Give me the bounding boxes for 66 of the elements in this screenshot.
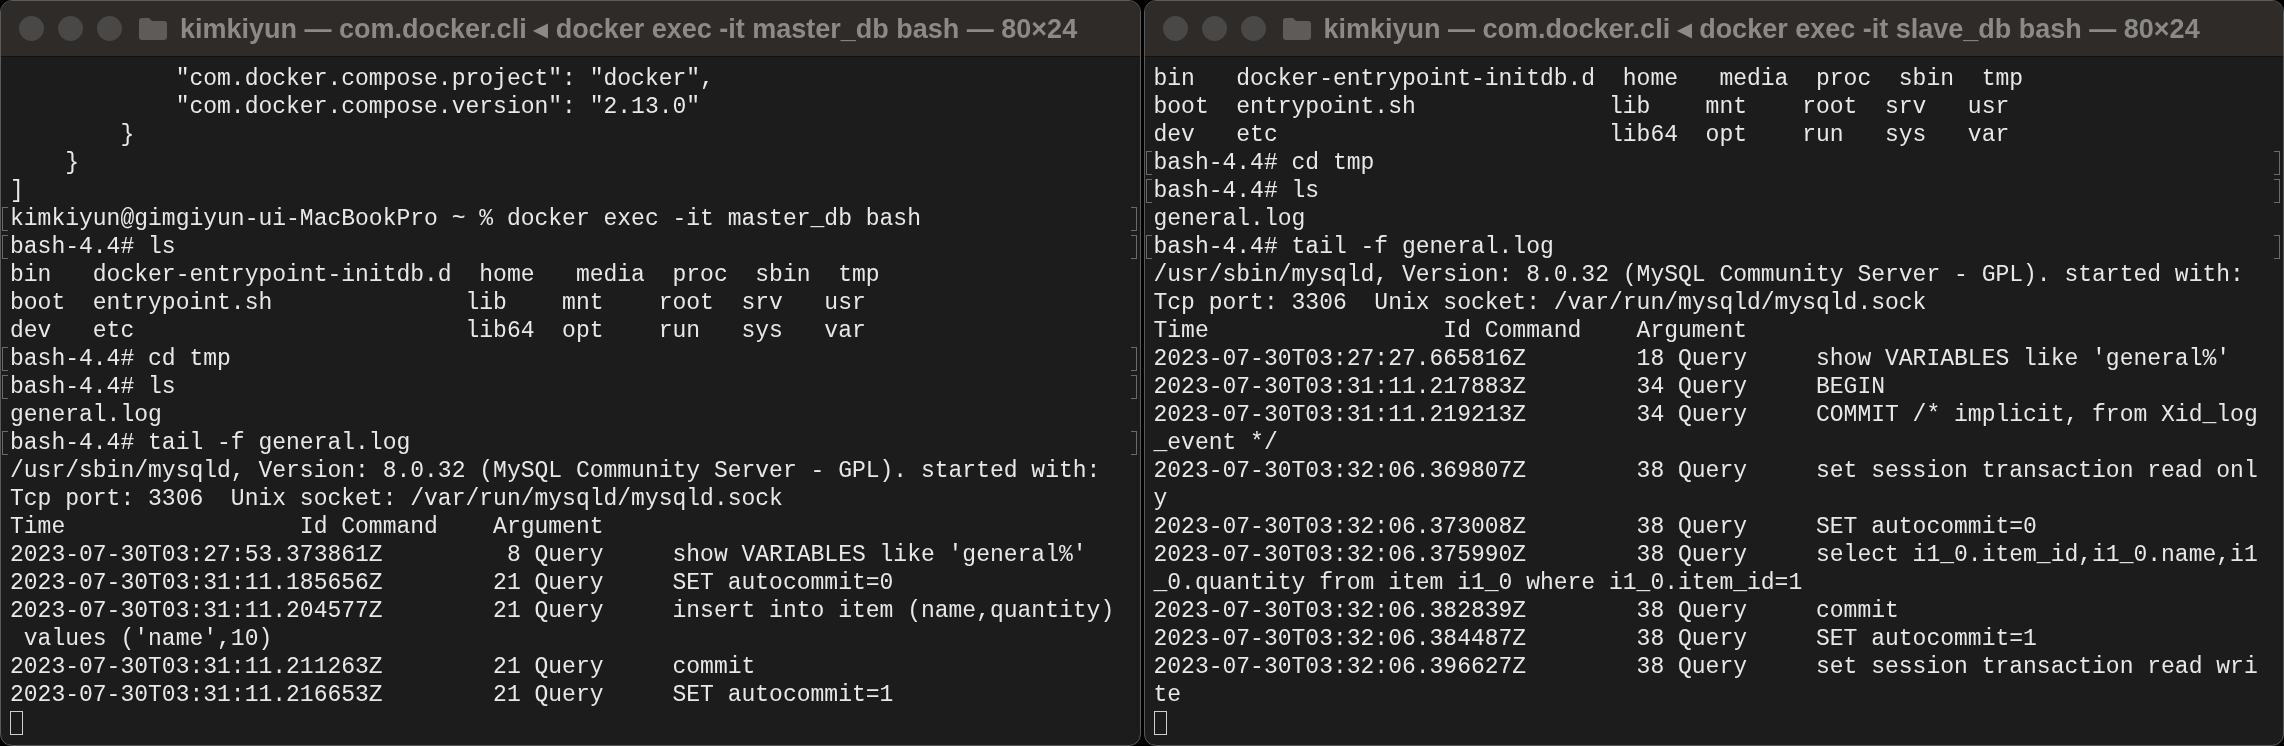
terminal-line: } <box>64 149 79 177</box>
terminal-line: 2023-07-30T03:32:06.369807Z 38 Query set session transaction read onl <box>1152 457 2258 485</box>
minimize-button[interactable] <box>58 16 83 41</box>
terminal-line: 2023-07-30T03:32:06.382839Z 38 Query commit <box>1152 597 1899 625</box>
prompt-mark <box>2274 151 2280 175</box>
terminal-line: bash-4.4# tail -f general.log <box>1152 233 1554 261</box>
terminal-line: boot entrypoint.sh lib mnt root srv usr <box>9 289 866 317</box>
terminal-line: boot entrypoint.sh lib mnt root srv usr <box>1152 93 2010 121</box>
prompt-mark <box>1130 207 1137 231</box>
terminal-line: te <box>1152 681 1182 709</box>
terminal-line: bin docker-entrypoint-initdb.d home media proc sbin tmp <box>9 261 880 289</box>
zoom-button[interactable] <box>1240 16 1266 41</box>
terminal-line: Tcp port: 3306 Unix socket: /var/run/mysqld/mysqld.sock <box>1152 289 1927 317</box>
terminal-line: "com.docker.compose.project": "docker", <box>174 65 714 93</box>
prompt-mark <box>1130 375 1137 399</box>
terminal-line: bash-4.4# cd tmp <box>1152 149 1375 177</box>
close-button[interactable] <box>1162 16 1188 41</box>
terminal-line: ] <box>9 177 24 205</box>
prompt-mark <box>2274 179 2280 203</box>
terminal-line: 2023-07-30T03:32:06.375990Z 38 Query select i1_0.item_id,i1_0.name,i1 <box>1152 541 2258 569</box>
prompt-mark <box>1130 347 1137 371</box>
terminal-line: Time Id Command Argument <box>9 513 604 541</box>
folder-icon <box>1281 16 1312 41</box>
terminal-line: bash-4.4# ls <box>9 373 176 401</box>
text-cursor <box>10 711 23 735</box>
terminal-line: 2023-07-30T03:31:11.204577Z 21 Query insert into item (name,quantity) <box>9 597 1115 625</box>
terminal-line: 2023-07-30T03:31:11.211263Z 21 Query commit <box>9 653 756 681</box>
terminal-line: values ('name',10) <box>22 625 273 653</box>
terminal-line: dev etc lib64 opt run sys var <box>9 317 866 345</box>
text-cursor <box>1153 711 1167 735</box>
prompt-mark <box>2274 235 2280 259</box>
terminal-line: 2023-07-30T03:27:53.373861Z 8 Query show VARIABLES like 'general%' <box>9 541 1087 569</box>
terminal-line: "com.docker.compose.version": "2.13.0" <box>174 93 701 121</box>
terminal-line: 2023-07-30T03:27:27.665816Z 18 Query show VARIABLES like 'general%' <box>1152 345 2231 373</box>
folder-icon <box>138 16 168 41</box>
terminal-line: general.log <box>9 401 162 429</box>
terminal-line: bash-4.4# cd tmp <box>9 345 231 373</box>
terminal-line: 2023-07-30T03:32:06.373008Z 38 Query SET autocommit=0 <box>1152 513 2037 541</box>
terminal-line: } <box>119 121 135 149</box>
terminal-line: bin docker-entrypoint-initdb.d home media proc sbin tmp <box>1152 65 2024 93</box>
terminal-line: 2023-07-30T03:31:11.217883Z 34 Query BEGIN <box>1152 373 1886 401</box>
terminal-line: bash-4.4# ls <box>1152 177 1320 205</box>
terminal-line: 2023-07-30T03:31:11.216653Z 21 Query SET autocommit=1 <box>9 681 894 709</box>
terminal-line: bash-4.4# ls <box>9 233 176 261</box>
prompt-mark <box>1130 431 1137 455</box>
terminal-line: Tcp port: 3306 Unix socket: /var/run/mysqld/mysqld.sock <box>9 485 783 513</box>
terminal-line: general.log <box>1152 205 1306 233</box>
prompt-mark <box>1130 235 1137 259</box>
terminal-line: /usr/sbin/mysqld, Version: 8.0.32 (MySQL Community Server - GPL). started with: <box>1152 261 2244 289</box>
terminal-line: kimkiyun@gimgiyun-ui-MacBookPro ~ % docker exec -it master_db bash <box>9 205 921 233</box>
terminal-line: dev etc lib64 opt run sys var <box>1152 121 2010 149</box>
terminal-line: y <box>1152 485 1168 513</box>
minimize-button[interactable] <box>1201 16 1227 41</box>
terminal-line: 2023-07-30T03:32:06.384487Z 38 Query SET autocommit=1 <box>1152 625 2037 653</box>
terminal-line: 2023-07-30T03:31:11.219213Z 34 Query COMMIT /* implicit, from Xid_log <box>1152 401 2258 429</box>
terminal-line: /usr/sbin/mysqld, Version: 8.0.32 (MySQL Community Server - GPL). started with: <box>9 457 1101 485</box>
terminal-line: _event */ <box>1152 429 1278 457</box>
terminal-line: bash-4.4# tail -f general.log <box>9 429 411 457</box>
close-button[interactable] <box>19 16 44 41</box>
window-title: kimkiyun — com.docker.cli ◂ docker exec -it master_db bash — 80×24 <box>180 12 1078 45</box>
terminal-line: Time Id Command Argument <box>1152 317 1747 345</box>
terminal-line: 2023-07-30T03:31:11.185656Z 21 Query SET autocommit=0 <box>9 569 894 597</box>
terminal-line: 2023-07-30T03:32:06.396627Z 38 Query set session transaction read wri <box>1152 653 2258 681</box>
terminal-line: _0.quantity from item i1_0 where i1_0.item_id=1 <box>1152 569 1803 597</box>
zoom-button[interactable] <box>97 16 122 41</box>
window-title: kimkiyun — com.docker.cli ◂ docker exec -it slave_db bash — 80×24 <box>1323 12 2200 45</box>
